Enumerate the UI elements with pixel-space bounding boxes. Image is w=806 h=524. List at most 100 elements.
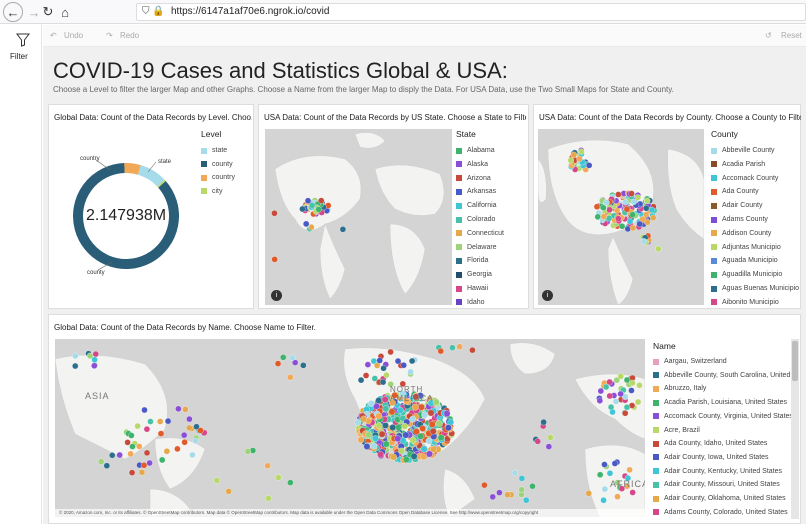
map-marker[interactable] (375, 397, 382, 404)
map-marker[interactable] (304, 197, 312, 204)
map-marker[interactable] (421, 411, 429, 419)
legend-item[interactable]: Ada County (711, 188, 759, 195)
legend-item[interactable]: Adair County, Missouri, United States (653, 481, 780, 488)
map-marker[interactable] (318, 197, 325, 204)
map-marker[interactable] (146, 459, 153, 467)
legend-item[interactable]: Accomack County, Virginia, United States (653, 413, 793, 420)
map-marker[interactable] (402, 456, 410, 463)
legend-item[interactable]: Adjuntas Municipio (711, 244, 781, 251)
map-marker[interactable] (271, 256, 278, 263)
map-marker[interactable] (600, 213, 607, 220)
map-marker[interactable] (91, 356, 98, 363)
map-marker[interactable] (360, 415, 368, 423)
map-marker[interactable] (437, 434, 445, 442)
map-marker[interactable] (518, 475, 526, 482)
map-marker[interactable] (504, 491, 511, 498)
map-marker[interactable] (567, 157, 574, 164)
map-marker[interactable] (315, 206, 322, 213)
map-marker[interactable] (443, 410, 451, 417)
legend-item[interactable]: Aguada Municipio (711, 257, 778, 264)
map-marker[interactable] (72, 352, 79, 360)
map-marker[interactable] (636, 220, 643, 228)
map-marker[interactable] (617, 373, 624, 380)
legend-item[interactable]: Adams County, Colorado, United States (653, 509, 788, 516)
map-marker[interactable] (181, 431, 188, 439)
map-marker[interactable] (182, 406, 189, 413)
map-marker[interactable] (607, 403, 615, 411)
map-marker[interactable] (372, 435, 379, 442)
map-marker[interactable] (601, 485, 609, 493)
legend-item[interactable]: Aibonito Municipio (711, 299, 779, 306)
legend-item[interactable]: Acadia Parish (711, 161, 765, 168)
map-marker[interactable] (382, 421, 389, 429)
legend-item[interactable]: Abbeville County (711, 147, 775, 154)
map-marker[interactable] (143, 426, 151, 433)
map-marker[interactable] (379, 378, 387, 386)
map-marker[interactable] (382, 405, 390, 413)
map-marker[interactable] (147, 418, 154, 425)
map-marker[interactable] (650, 214, 657, 221)
map-marker[interactable] (357, 436, 365, 444)
map-marker[interactable] (128, 469, 136, 476)
legend-item[interactable]: Alabama (456, 147, 495, 154)
map-marker[interactable] (606, 470, 614, 477)
usa-state-map[interactable]: i (265, 129, 452, 305)
map-marker[interactable] (410, 452, 418, 460)
map-marker[interactable] (377, 451, 384, 458)
legend-item[interactable]: Acre, Brazil (653, 427, 700, 434)
map-marker[interactable] (116, 451, 123, 459)
map-marker[interactable] (378, 430, 386, 438)
map-marker[interactable] (605, 215, 613, 222)
map-marker[interactable] (576, 155, 583, 163)
map-marker[interactable] (398, 447, 405, 455)
legend-item[interactable]: Alaska (456, 161, 488, 168)
map-marker[interactable] (357, 376, 365, 384)
map-marker[interactable] (225, 488, 232, 495)
map-marker[interactable] (413, 428, 420, 435)
map-marker[interactable] (602, 383, 610, 391)
legend-item[interactable]: Addison County (711, 230, 771, 237)
map-marker[interactable] (489, 493, 496, 501)
map-marker[interactable] (109, 452, 116, 459)
legend-item[interactable]: Accomack County (711, 175, 778, 182)
map-marker[interactable] (586, 162, 593, 169)
map-marker[interactable] (600, 497, 607, 504)
map-marker[interactable] (636, 382, 643, 389)
map-marker[interactable] (163, 448, 171, 455)
map-marker[interactable] (629, 489, 636, 496)
legend-item[interactable]: Aguadilla Municipio (711, 271, 782, 278)
map-marker[interactable] (92, 350, 99, 358)
usa-county-map[interactable]: i (538, 129, 704, 305)
map-marker[interactable] (197, 427, 204, 434)
map-marker[interactable] (408, 357, 416, 365)
legend-item[interactable]: Hawaii (456, 285, 488, 292)
map-marker[interactable] (375, 412, 383, 420)
map-marker[interactable] (401, 422, 409, 430)
map-marker[interactable] (400, 362, 407, 369)
map-marker[interactable] (287, 374, 294, 381)
map-marker[interactable] (364, 361, 372, 368)
map-marker[interactable] (419, 425, 427, 432)
map-marker[interactable] (456, 343, 463, 350)
map-marker[interactable] (600, 204, 607, 211)
map-marker[interactable] (640, 238, 648, 245)
legend-item[interactable]: Adams County (711, 216, 768, 223)
map-marker[interactable] (159, 456, 166, 464)
map-marker[interactable] (181, 439, 188, 446)
map-marker[interactable] (390, 453, 397, 461)
map-marker[interactable] (363, 443, 371, 450)
map-marker[interactable] (496, 489, 503, 496)
map-marker[interactable] (157, 430, 165, 437)
legend-scrollbar[interactable] (791, 339, 799, 519)
map-marker[interactable] (407, 368, 414, 376)
map-marker[interactable] (141, 406, 148, 414)
map-marker[interactable] (623, 206, 631, 213)
legend-item[interactable]: Aguas Buenas Municipio (711, 285, 799, 292)
map-marker[interactable] (593, 203, 601, 210)
map-marker[interactable] (603, 199, 610, 206)
map-marker[interactable] (420, 453, 427, 461)
legend-item[interactable]: Aargau, Switzerland (653, 358, 727, 365)
map-marker[interactable] (618, 223, 626, 230)
map-marker[interactable] (365, 431, 373, 439)
map-marker[interactable] (175, 405, 182, 412)
